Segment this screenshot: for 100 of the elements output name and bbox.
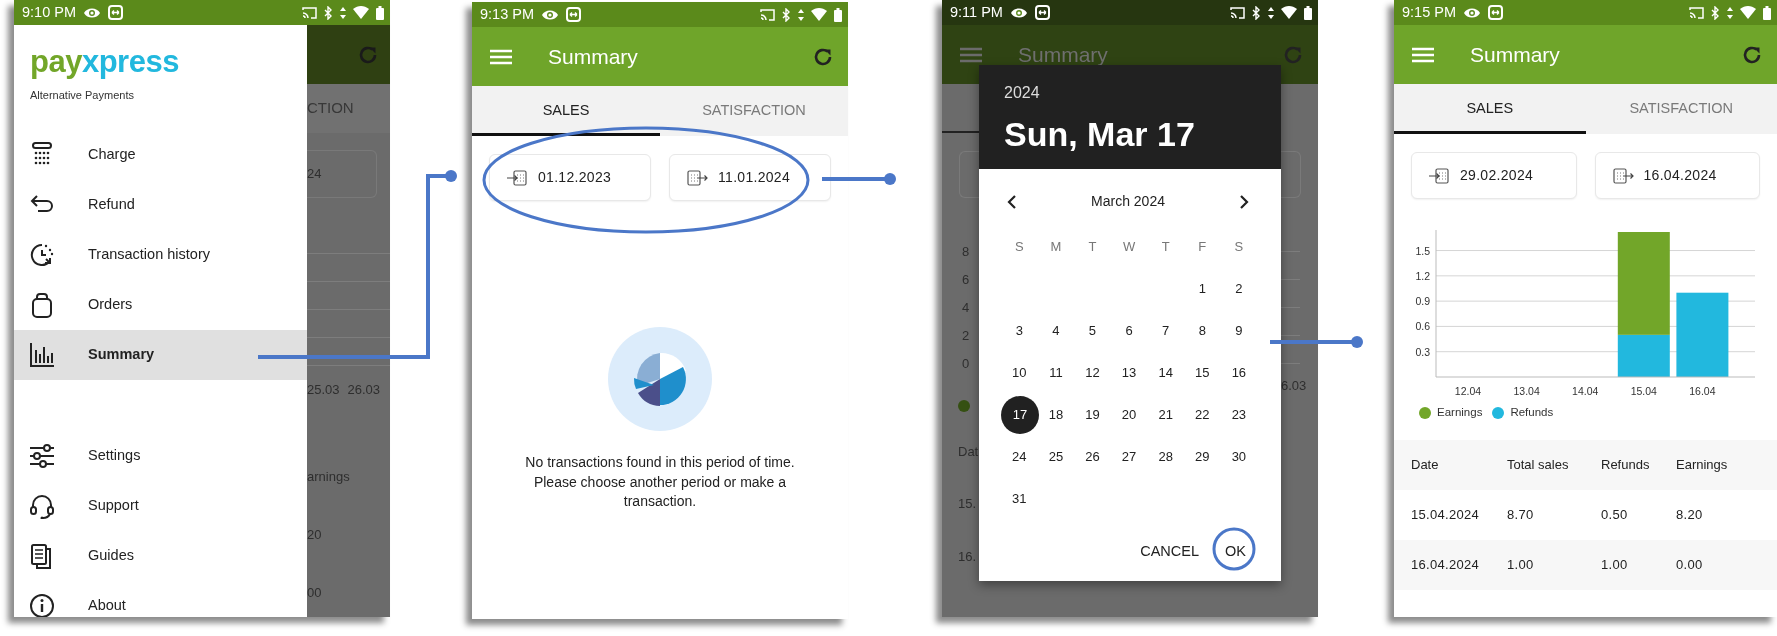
calendar-day[interactable]: 10 [1001, 352, 1038, 394]
calendar-day[interactable]: 14 [1147, 352, 1184, 394]
axis-label: 2 [962, 328, 970, 343]
table-cell: 1.00 [1507, 557, 1534, 573]
eye-icon [83, 6, 101, 19]
bar-chart-icon [29, 341, 55, 368]
calendar-day[interactable]: 12 [1074, 352, 1111, 394]
calendar-day[interactable]: 22 [1183, 394, 1221, 436]
data-arrows-icon [798, 7, 804, 22]
confirm-button[interactable]: OK [1223, 537, 1248, 567]
calendar-day[interactable]: 20 [1110, 394, 1148, 436]
wifi-icon [811, 8, 827, 21]
end-date-field[interactable]: 11.01.2024 [669, 154, 831, 201]
menu-item[interactable]: About [14, 580, 307, 617]
calendar-day[interactable]: 13 [1110, 352, 1148, 394]
axis-label: 4 [962, 300, 970, 315]
remote-icon [1488, 5, 1503, 20]
legend-dot [1492, 407, 1505, 419]
calendar-day[interactable]: 6 [1110, 310, 1148, 352]
calendar-day[interactable]: 23 [1220, 394, 1258, 436]
calendar-day[interactable]: 26 [1074, 436, 1111, 478]
calendar-day[interactable]: 1 [1183, 268, 1221, 310]
calendar-day[interactable]: 5 [1074, 310, 1111, 352]
calendar-day[interactable]: 8 [1183, 310, 1221, 352]
screen-title: Summary [548, 43, 639, 70]
axis-label: 0.3 [1415, 345, 1430, 358]
chevron-left-icon [1007, 194, 1017, 209]
calendar-day[interactable]: 30 [1220, 436, 1258, 478]
remote-icon [566, 7, 581, 22]
axis-label: 6 [962, 272, 970, 287]
axis-label: 12.04 [1454, 385, 1482, 397]
tab[interactable]: SATISFACTION [1585, 84, 1777, 134]
table-cell: 20 [307, 526, 322, 542]
calendar-day[interactable]: 4 [1037, 310, 1075, 352]
clock-arrow-icon [29, 241, 55, 268]
calendar-day[interactable]: 7 [1147, 310, 1184, 352]
table-cell: 0.00 [1676, 557, 1703, 573]
weekday-label: S [1233, 238, 1245, 257]
cast-icon [1230, 6, 1245, 19]
axis-label: 15.04 [1630, 385, 1657, 397]
start-date-field[interactable]: 01.12.2023 [489, 154, 651, 201]
calendar-day[interactable]: 19 [1074, 394, 1111, 436]
axis-label: 26.03 [347, 381, 381, 399]
start-date-field[interactable]: 29.02.2024 [1411, 152, 1577, 199]
previous-month-button[interactable] [1005, 192, 1019, 211]
tab[interactable]: SALES [472, 86, 660, 136]
calendar-day[interactable]: 3 [1001, 310, 1038, 352]
calendar-day[interactable]: 24 [1001, 436, 1038, 478]
menu-item[interactable]: Settings [14, 430, 307, 481]
calendar-day[interactable]: 17 [1001, 396, 1039, 434]
remote-icon [1034, 5, 1050, 20]
calendar-day[interactable]: 16 [1220, 352, 1258, 394]
axis-label: 0 [962, 356, 970, 371]
tagline: Alternative Payments [30, 88, 134, 104]
legend-dot [958, 400, 970, 412]
data-arrows-icon [1268, 5, 1274, 20]
tab[interactable]: SALES [1394, 84, 1586, 134]
tab[interactable]: SATISFACTION [660, 86, 848, 136]
calendar-day[interactable]: 2 [1220, 268, 1258, 310]
calendar-day[interactable]: 28 [1147, 436, 1184, 478]
weekday-label: F [1197, 238, 1208, 257]
info-icon [29, 592, 55, 617]
bluetooth-icon [1711, 5, 1720, 20]
table-cell: 0.50 [1601, 507, 1628, 523]
menu-item[interactable]: Charge [14, 129, 307, 180]
next-month-button[interactable] [1237, 192, 1251, 211]
headset-icon [29, 492, 55, 519]
cancel-button[interactable]: CANCEL [1138, 537, 1202, 567]
calendar-day[interactable]: 21 [1147, 394, 1184, 436]
calendar-arrow-icon [507, 168, 528, 187]
calendar-day[interactable]: 18 [1037, 394, 1075, 436]
year-text[interactable]: 2024 [1004, 81, 1040, 105]
legend-label: Earnings [1437, 405, 1483, 421]
menu-item[interactable]: Support [14, 480, 307, 531]
wifi-icon [1740, 6, 1756, 19]
calendar-day[interactable]: 15 [1183, 352, 1221, 394]
weekday-label: W [1121, 238, 1137, 257]
calendar-day[interactable]: 31 [1001, 478, 1038, 520]
end-date-field[interactable]: 16.04.2024 [1594, 152, 1760, 199]
menu-item[interactable]: Transaction history [14, 229, 307, 280]
menu-item[interactable]: Orders [14, 279, 307, 330]
battery-icon [1763, 5, 1771, 20]
battery-icon [1304, 5, 1312, 20]
menu-item[interactable]: Summary [14, 329, 307, 380]
menu-icon[interactable] [960, 46, 982, 63]
calendar-day[interactable]: 27 [1110, 436, 1148, 478]
calendar-day[interactable]: 11 [1037, 352, 1075, 394]
status-time: 9:10 PM [22, 2, 76, 22]
status-time: 9:11 PM [950, 2, 1003, 22]
table-cell: 1.00 [1601, 557, 1628, 573]
calendar-day[interactable]: 9 [1220, 310, 1258, 352]
screen-title: Summary [1018, 41, 1109, 68]
bluetooth-icon [782, 7, 791, 22]
menu-item[interactable]: Refund [14, 179, 307, 230]
calendar-day[interactable]: 25 [1037, 436, 1075, 478]
axis-label: 1.2 [1415, 269, 1430, 282]
menu-item[interactable]: Guides [14, 530, 307, 581]
calendar-day[interactable]: 29 [1183, 436, 1221, 478]
table-cell: 8.20 [1676, 507, 1703, 523]
calendar-arrow-icon [1429, 166, 1450, 185]
